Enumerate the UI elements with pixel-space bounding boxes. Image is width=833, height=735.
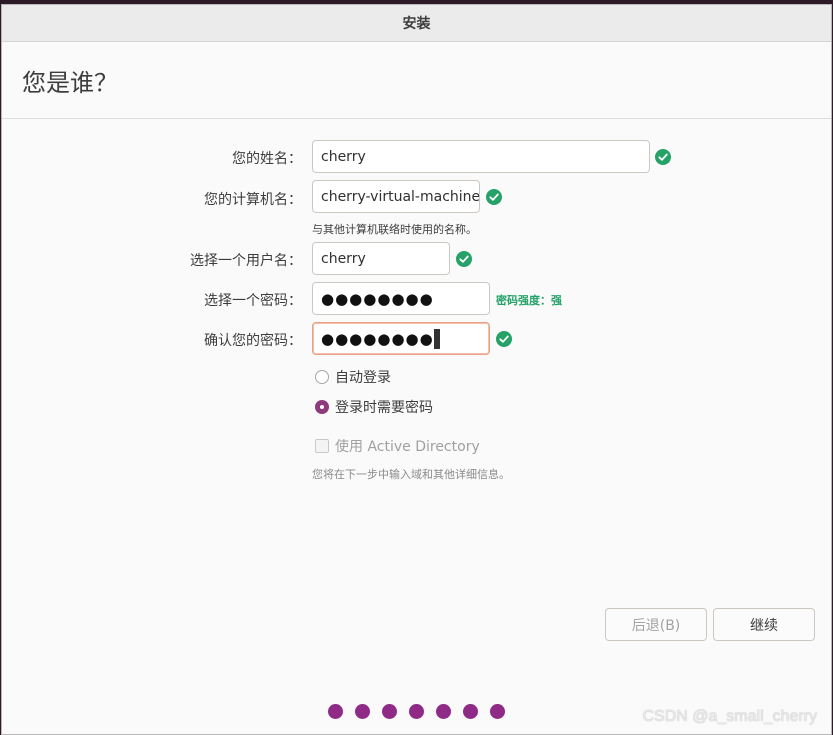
- computer-name-label: 您的计算机名：: [204, 192, 302, 208]
- progress-dot: [382, 704, 397, 719]
- text-cursor: [433, 328, 440, 349]
- header-divider: [2, 118, 831, 119]
- auto-login-radio[interactable]: 自动登录: [315, 367, 391, 387]
- continue-button-label: 继续: [750, 617, 778, 634]
- progress-dot: [463, 704, 478, 719]
- username-input-value: cherry: [321, 250, 366, 267]
- require-password-label: 登录时需要密码: [335, 400, 433, 416]
- require-password-radio[interactable]: 登录时需要密码: [315, 397, 433, 417]
- username-label: 选择一个用户名：: [190, 253, 302, 269]
- progress-dot: [490, 704, 505, 719]
- back-button-label: 后退(B): [631, 617, 681, 634]
- require-password-radio-indicator[interactable]: [315, 400, 329, 414]
- name-label: 您的姓名：: [232, 151, 302, 167]
- continue-button[interactable]: 继续: [713, 608, 815, 641]
- computer-name-valid-check-icon: [486, 189, 502, 205]
- name-input-value: cherry: [321, 148, 366, 165]
- name-valid-check-icon: [655, 149, 671, 165]
- confirm-password-input[interactable]: ●●●●●●●●: [312, 322, 490, 355]
- active-directory-note: 您将在下一步中输入域和其他详细信息。: [312, 468, 510, 481]
- installer-window: 安装 您是谁？ 您的姓名： cherry 您的计算机名： cherry-virt…: [1, 4, 832, 735]
- auto-login-radio-indicator[interactable]: [315, 370, 329, 384]
- confirm-password-input-value: ●●●●●●●●: [321, 329, 434, 348]
- computer-name-input[interactable]: cherry-virtual-machine: [312, 180, 480, 213]
- page-title: 您是谁？: [22, 69, 118, 97]
- computer-name-input-value: cherry-virtual-machine: [321, 188, 480, 205]
- active-directory-checkbox-box[interactable]: [315, 439, 329, 453]
- back-button[interactable]: 后退(B): [605, 608, 707, 641]
- progress-dot: [355, 704, 370, 719]
- computer-name-hint: 与其他计算机联络时使用的名称。: [312, 223, 477, 236]
- progress-dot: [328, 704, 343, 719]
- username-valid-check-icon: [456, 251, 472, 267]
- window-titlebar: 安装: [2, 5, 831, 42]
- active-directory-label: 使用 Active Directory: [335, 439, 480, 455]
- confirm-password-label: 确认您的密码：: [204, 333, 302, 349]
- name-input[interactable]: cherry: [312, 140, 650, 173]
- password-label: 选择一个密码：: [204, 293, 302, 309]
- active-directory-checkbox[interactable]: 使用 Active Directory: [315, 436, 480, 456]
- progress-dot: [436, 704, 451, 719]
- password-input-value: ●●●●●●●●: [321, 289, 434, 308]
- password-input[interactable]: ●●●●●●●●: [312, 282, 490, 315]
- progress-indicator: [328, 704, 517, 719]
- username-input[interactable]: cherry: [312, 242, 450, 275]
- csdn-watermark: CSDN @a_small_cherry: [642, 708, 817, 725]
- auto-login-label: 自动登录: [335, 370, 391, 386]
- password-strength-label: 密码强度：强: [496, 294, 562, 307]
- confirm-password-valid-check-icon: [496, 331, 512, 347]
- window-title: 安装: [402, 16, 431, 32]
- progress-dot: [409, 704, 424, 719]
